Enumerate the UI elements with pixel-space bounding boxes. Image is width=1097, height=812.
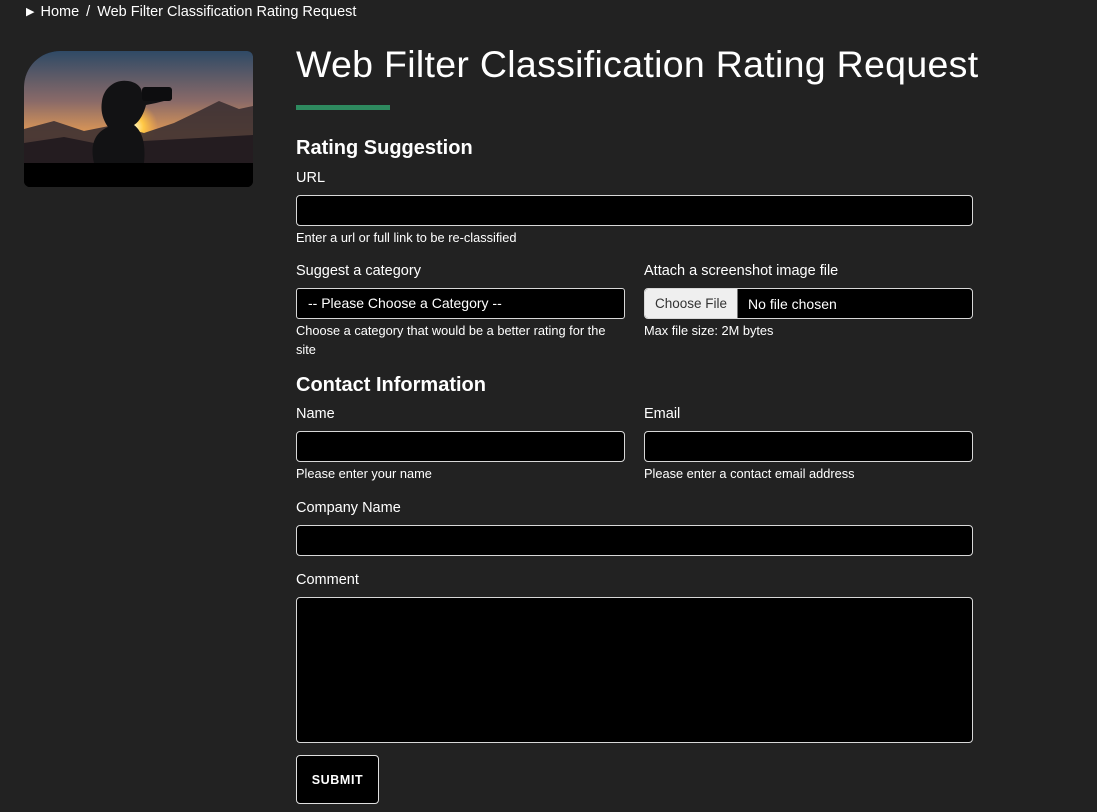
page: ▶ Home / Web Filter Classification Ratin… <box>0 0 1097 812</box>
category-selected-value: -- Please Choose a Category -- <box>308 295 502 311</box>
company-name-label: Company Name <box>296 500 401 516</box>
email-hint: Please enter a contact email address <box>644 466 855 481</box>
submit-button[interactable]: SUBMIT <box>296 755 379 804</box>
file-size-hint: Max file size: 2M bytes <box>644 323 774 338</box>
url-label: URL <box>296 170 326 186</box>
category-select[interactable]: -- Please Choose a Category -- <box>296 288 625 319</box>
url-input[interactable] <box>296 195 973 226</box>
name-label: Name <box>296 406 335 422</box>
name-input[interactable] <box>296 431 625 462</box>
url-hint: Enter a url or full link to be re-classi… <box>296 230 517 245</box>
breadcrumb-separator: / <box>86 4 91 20</box>
category-hint: Choose a category that would be a better… <box>296 323 606 357</box>
choose-file-button[interactable]: Choose File <box>645 289 739 318</box>
comment-textarea[interactable] <box>296 597 973 743</box>
hero-image <box>24 51 253 187</box>
name-hint: Please enter your name <box>296 466 432 481</box>
page-title: Web Filter Classification Rating Request <box>296 43 979 85</box>
breadcrumb-home-link[interactable]: Home <box>40 3 79 21</box>
breadcrumb-current: Web Filter Classification Rating Request <box>97 4 357 20</box>
category-label: Suggest a category <box>296 263 421 279</box>
email-label: Email <box>644 406 681 422</box>
screenshot-label: Attach a screenshot image file <box>644 263 839 279</box>
rating-suggestion-heading: Rating Suggestion <box>296 137 473 159</box>
binoculars-silhouette-sunset-image <box>24 51 253 187</box>
play-triangle-icon: ▶ <box>26 6 35 18</box>
breadcrumb: ▶ Home / Web Filter Classification Ratin… <box>26 3 356 21</box>
comment-label: Comment <box>296 572 359 588</box>
screenshot-file-input[interactable]: Choose File No file chosen <box>644 288 973 319</box>
title-accent-bar <box>296 105 390 110</box>
company-name-input[interactable] <box>296 525 973 556</box>
email-input[interactable] <box>644 431 973 462</box>
contact-information-heading: Contact Information <box>296 374 486 396</box>
file-status: No file chosen <box>748 295 837 312</box>
